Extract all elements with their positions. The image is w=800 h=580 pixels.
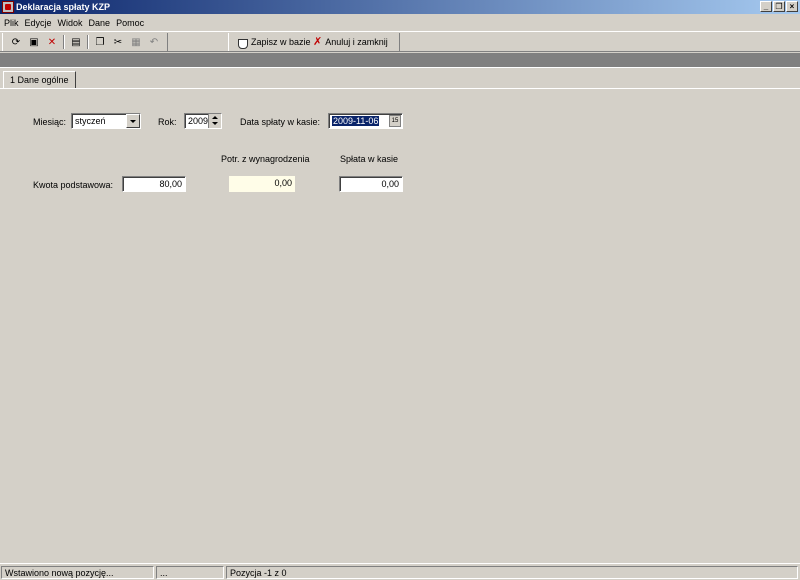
delete-icon[interactable]: ✕ [45, 35, 59, 49]
status-position: Pozycja -1 z 0 [226, 566, 798, 579]
properties-icon[interactable]: ▤ [69, 35, 83, 49]
month-select[interactable]: styczeń [71, 113, 141, 129]
header-strip [0, 53, 800, 68]
year-label: Rok: [158, 117, 177, 127]
menu-pomoc[interactable]: Pomoc [116, 18, 148, 28]
menu-edycje[interactable]: Edycje [25, 18, 56, 28]
app-icon[interactable] [2, 1, 14, 13]
window-controls: _ ❐ × [760, 1, 798, 12]
payment-date-field[interactable]: 2009-11-06 15 [328, 113, 403, 129]
save-icon[interactable]: ▣ [27, 35, 41, 49]
close-button[interactable]: × [786, 1, 798, 12]
year-value: 2009 [188, 116, 209, 126]
base-amount-value: 80,00 [159, 179, 182, 189]
status-middle: ... [156, 566, 224, 579]
save-db-icon [237, 37, 248, 49]
withheld-amount-value: 0,00 [274, 178, 292, 188]
toolbar-group-actions: Zapisz w bazie ✗ Anuluj i zamknij [228, 33, 400, 51]
spinner-arrows-icon[interactable] [208, 114, 221, 128]
year-spinner[interactable]: 2009 [184, 113, 222, 129]
copy-icon[interactable]: ❐ [93, 35, 107, 49]
form-panel: Miesiąc: styczeń Rok: 2009 Data spłaty w… [0, 88, 800, 560]
menu-bar: Plik Edycje Widok Dane Pomoc [0, 15, 800, 30]
column-paid-header: Spłata w kasie [340, 154, 399, 164]
cut-icon[interactable]: ✂ [111, 35, 125, 49]
tab-dane-ogolne[interactable]: 1 Dane ogólne [3, 71, 76, 89]
status-message: Wstawiono nową pozycję... [1, 566, 154, 579]
minimize-button[interactable]: _ [760, 1, 772, 12]
save-to-db-button[interactable]: Zapisz w bazie [237, 34, 311, 50]
window-title: Deklaracja spłaty KZP [16, 2, 111, 12]
undo-icon[interactable]: ↶ [147, 35, 161, 49]
month-label: Miesiąc: [33, 117, 67, 127]
menu-widok[interactable]: Widok [58, 18, 87, 28]
save-to-db-label: Zapisz w bazie [251, 37, 311, 47]
toolbar-separator [87, 35, 89, 49]
refresh-icon[interactable]: ⟳ [9, 35, 23, 49]
paid-amount-field[interactable]: 0,00 [339, 176, 403, 192]
toolbar-separator [63, 35, 65, 49]
payment-date-label: Data spłaty w kasie: [240, 117, 321, 127]
month-value: styczeń [75, 116, 106, 126]
status-bar: Wstawiono nową pozycję... ... Pozycja -1… [0, 563, 800, 580]
menu-plik[interactable]: Plik [4, 18, 23, 28]
toolbar-group-edit: ⟳ ▣ ✕ ▤ ❐ ✂ ▦ ↶ [2, 33, 168, 51]
base-amount-field[interactable]: 80,00 [122, 176, 186, 192]
title-bar: Deklaracja spłaty KZP _ ❐ × [0, 0, 800, 14]
paste-icon[interactable]: ▦ [129, 35, 143, 49]
cancel-close-button[interactable]: ✗ Anuluj i zamknij [313, 34, 388, 50]
base-amount-label: Kwota podstawowa: [33, 180, 114, 190]
withheld-amount-field: 0,00 [229, 176, 295, 192]
restore-button[interactable]: ❐ [773, 1, 785, 12]
tab-label: 1 Dane ogólne [10, 75, 69, 85]
column-withheld-header: Potr. z wynagrodzenia [221, 154, 310, 164]
chevron-down-icon[interactable] [126, 114, 140, 128]
cancel-icon: ✗ [313, 35, 323, 48]
paid-amount-value: 0,00 [381, 179, 399, 189]
payment-date-value: 2009-11-06 [332, 116, 380, 126]
menu-dane[interactable]: Dane [89, 18, 115, 28]
cancel-close-label: Anuluj i zamknij [325, 37, 388, 47]
toolbar: ⟳ ▣ ✕ ▤ ❐ ✂ ▦ ↶ Zapisz w bazie ✗ Anuluj … [0, 31, 800, 52]
calendar-icon[interactable]: 15 [389, 115, 401, 127]
